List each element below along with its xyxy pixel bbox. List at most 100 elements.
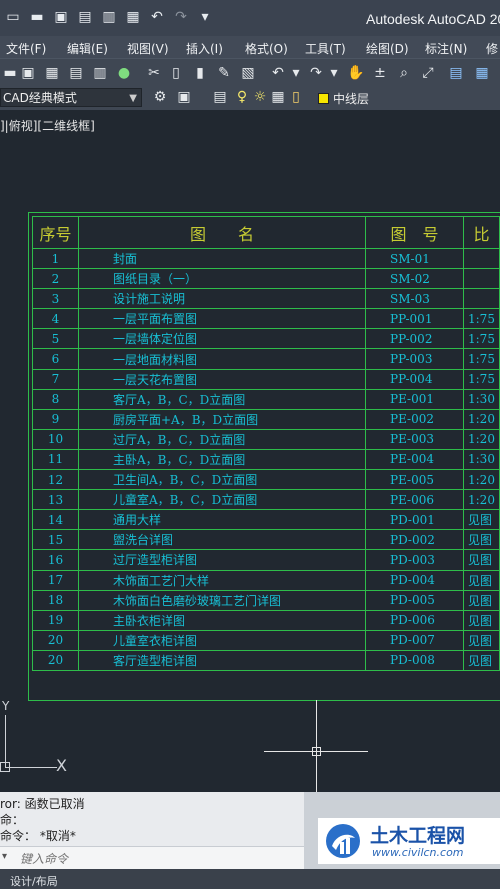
cut-icon[interactable]: ✂ xyxy=(144,63,164,83)
table-row: 15 盥洗台详图 PD-002 见图 xyxy=(32,529,500,551)
layout-tab[interactable]: 设计/布局 xyxy=(10,873,58,889)
menu-file[interactable]: 文件(F) xyxy=(6,40,46,57)
row-number: PE-004 xyxy=(365,448,464,471)
paste-icon[interactable]: ▮ xyxy=(190,63,210,83)
row-scale: 1:20 xyxy=(463,489,500,511)
layer-viewport-freeze-icon[interactable]: ▦ xyxy=(268,87,288,107)
table-row: 4 一层平面布置图 PP-001 1:75 xyxy=(32,308,500,330)
row-seq: 4 xyxy=(32,308,79,330)
menu-format[interactable]: 格式(O) xyxy=(245,40,288,57)
pan-icon[interactable]: ✋ xyxy=(346,63,366,83)
properties-icon[interactable]: ▤ xyxy=(446,63,466,83)
gear-icon[interactable]: ⚙ xyxy=(150,87,170,107)
menu-edit[interactable]: 编辑(E) xyxy=(67,40,108,57)
row-number: SM-01 xyxy=(365,247,464,270)
print-icon[interactable]: ▦ xyxy=(42,63,62,83)
3d-dwf-icon[interactable]: ● xyxy=(114,63,134,83)
design-center-icon[interactable]: ▦ xyxy=(472,63,492,83)
row-scale: 见图 xyxy=(463,629,500,651)
block-editor-icon[interactable]: ▧ xyxy=(238,63,258,83)
print-icon[interactable]: ▦ xyxy=(124,8,142,26)
row-number: SM-02 xyxy=(365,268,464,290)
table-row: 18 木饰面白色磨砂玻璃工艺门详图 PD-005 见图 xyxy=(32,589,500,611)
row-number: PE-006 xyxy=(365,489,464,511)
row-seq: 20 xyxy=(32,649,79,671)
zoom-window-icon[interactable]: ⌕ xyxy=(394,63,414,83)
viewport-controls[interactable]: ]|俯视][二维线框] xyxy=(0,117,95,134)
row-name: 儿童室衣柜详图 xyxy=(78,629,366,651)
menu-view[interactable]: 视图(V) xyxy=(127,40,169,57)
menu-insert[interactable]: 插入(I) xyxy=(186,40,223,57)
row-name: 儿童室A，B，C，D立面图 xyxy=(78,489,366,511)
row-seq: 3 xyxy=(32,288,79,310)
row-name: 一层天花布置图 xyxy=(78,368,366,390)
save-as-icon[interactable]: ▤ xyxy=(76,8,94,26)
copy-icon[interactable]: ▯ xyxy=(166,63,186,83)
menu-modify[interactable]: 修 xyxy=(486,40,498,57)
row-number: PE-003 xyxy=(365,428,464,450)
drawing-canvas[interactable]: ]|俯视][二维线框] 序号 图 名 图 号 比 1 封面 SM-01 2 图纸目录（一… xyxy=(0,110,500,804)
row-scale: 1:75 xyxy=(463,328,500,350)
table-row: 14 通用大样 PD-001 见图 xyxy=(32,509,500,531)
watermark-url: www.civilcn.com xyxy=(372,846,464,859)
layer-select[interactable]: 中线层 xyxy=(318,90,369,107)
match-properties-icon[interactable]: ✎ xyxy=(214,63,234,83)
open-folder-icon[interactable]: ▬ xyxy=(0,63,20,83)
ucs-x-label: X xyxy=(56,756,67,775)
row-scale xyxy=(463,268,500,290)
menu-draw[interactable]: 绘图(D) xyxy=(366,40,409,57)
command-options-icon[interactable]: ▾ xyxy=(2,851,7,862)
workspace-select[interactable]: CAD经典模式 ▼ xyxy=(0,88,142,107)
row-number: PD-003 xyxy=(365,549,464,571)
layer-on-icon[interactable]: ♀ xyxy=(232,87,252,107)
row-seq: 15 xyxy=(32,529,79,551)
menu-dimension[interactable]: 标注(N) xyxy=(425,40,467,57)
redo-icon[interactable]: ↷ xyxy=(306,63,326,83)
ucs-y-axis xyxy=(5,715,6,767)
new-icon[interactable]: ▭ xyxy=(4,8,22,26)
row-seq: 6 xyxy=(32,348,79,370)
open-icon[interactable]: ▬ xyxy=(28,8,46,26)
row-number: PP-003 xyxy=(365,348,464,370)
undo-dropdown-icon[interactable]: ▾ xyxy=(286,63,306,83)
redo-dropdown-icon[interactable]: ▾ xyxy=(324,63,344,83)
save-icon[interactable]: ▣ xyxy=(52,8,70,26)
status-bar: 设计/布局 xyxy=(0,869,500,889)
workspace-settings-icon[interactable]: ▣ xyxy=(174,87,194,107)
zoom-previous-icon[interactable]: ⤢ xyxy=(418,63,438,83)
layer-color-swatch xyxy=(318,93,329,104)
row-seq: 20 xyxy=(32,629,79,651)
row-seq: 16 xyxy=(32,549,79,571)
row-number: PD-006 xyxy=(365,609,464,631)
menu-tools[interactable]: 工具(T) xyxy=(305,40,346,57)
row-number: PD-002 xyxy=(365,529,464,551)
print-preview-icon[interactable]: ▤ xyxy=(66,63,86,83)
redo-icon[interactable]: ↷ xyxy=(172,8,190,26)
row-seq: 5 xyxy=(32,328,79,350)
table-row: 1 封面 SM-01 xyxy=(32,247,500,270)
command-input[interactable] xyxy=(18,849,302,869)
table-row: 17 木饰面工艺门大样 PD-004 见图 xyxy=(32,569,500,591)
layer-lock-icon[interactable]: ▯ xyxy=(286,87,306,107)
undo-icon[interactable]: ↶ xyxy=(148,8,166,26)
layer-manager-icon[interactable]: ▤ xyxy=(210,87,230,107)
zoom-realtime-icon[interactable]: ± xyxy=(370,63,390,83)
layer-freeze-icon[interactable]: ☼ xyxy=(250,87,270,107)
command-history-line: 命令： *取消* xyxy=(0,829,76,843)
row-seq: 13 xyxy=(32,489,79,511)
table-row: 2 图纸目录（一） SM-02 xyxy=(32,268,500,290)
row-number: PE-001 xyxy=(365,388,464,410)
table-row: 12 卫生间A，B，C，D立面图 PE-005 1:20 xyxy=(32,469,500,491)
save-icon[interactable]: ▣ xyxy=(18,63,38,83)
window-title: Autodesk AutoCAD 20 xyxy=(366,11,500,27)
row-name: 卫生间A，B，C，D立面图 xyxy=(78,469,366,491)
publish-icon[interactable]: ▥ xyxy=(90,63,110,83)
undo-icon[interactable]: ↶ xyxy=(268,63,288,83)
export-icon[interactable]: ▥ xyxy=(100,8,118,26)
command-history: ror: 函数已取消 命： 命令： *取消* xyxy=(0,792,304,846)
table-row: 20 儿童室衣柜详图 PD-007 见图 xyxy=(32,629,500,651)
row-scale: 1:75 xyxy=(463,368,500,390)
dropdown-icon[interactable]: ▾ xyxy=(196,8,214,26)
row-name: 封面 xyxy=(78,247,366,270)
row-name: 客厅A，B，C，D立面图 xyxy=(78,388,366,410)
